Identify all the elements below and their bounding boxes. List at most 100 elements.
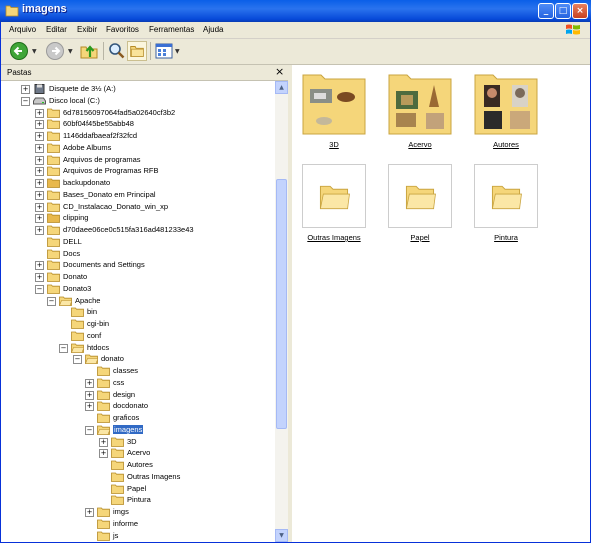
folder-icon	[71, 319, 84, 329]
folder-preview-icon	[474, 74, 538, 135]
expand-icon[interactable]: +	[35, 167, 44, 177]
expand-icon[interactable]: +	[35, 155, 44, 165]
expand-icon[interactable]: +	[35, 120, 44, 130]
tree-item-label: conf	[87, 330, 102, 340]
expand-icon[interactable]: +	[35, 143, 44, 153]
expand-icon[interactable]: +	[85, 378, 94, 388]
views-dropdown-icon[interactable]: ▼	[175, 48, 180, 55]
menu-arquivo[interactable]: Arquivo	[9, 25, 36, 34]
folder-icon	[47, 178, 60, 188]
expand-icon[interactable]: +	[35, 226, 44, 235]
folder-thumbnail[interactable]	[474, 164, 538, 228]
expand-icon[interactable]: +	[99, 437, 108, 447]
expand-icon[interactable]: +	[35, 273, 44, 282]
expand-icon[interactable]: +	[35, 202, 44, 212]
folder-icon	[71, 331, 84, 341]
back-icon[interactable]	[9, 41, 29, 61]
tree-item-label: js	[113, 530, 119, 540]
collapse-icon[interactable]: −	[21, 96, 30, 106]
tree-item-label: Acervo	[127, 448, 151, 458]
expand-icon[interactable]: +	[35, 261, 44, 271]
menu-exibir[interactable]: Exibir	[77, 25, 97, 34]
maximize-button[interactable]: □	[555, 3, 571, 19]
floppy-icon	[33, 84, 46, 94]
tree-item-label: Apache	[75, 295, 101, 305]
expand-icon[interactable]: +	[99, 449, 108, 459]
back-dropdown-icon[interactable]: ▼	[32, 48, 37, 55]
tree-item-label: graficos	[113, 413, 140, 422]
expand-icon[interactable]: +	[35, 214, 44, 224]
collapse-icon[interactable]: −	[59, 343, 68, 353]
forward-icon[interactable]	[45, 41, 65, 61]
expand-icon[interactable]: +	[85, 402, 94, 412]
expand-icon[interactable]: +	[85, 390, 94, 400]
tree-item-label: Disquete de 3½ (A:)	[49, 84, 116, 93]
scroll-down-button[interactable]: ▼	[275, 529, 288, 542]
folder-icon	[47, 190, 60, 200]
expand-icon[interactable]: +	[35, 108, 44, 118]
search-icon[interactable]	[107, 41, 127, 61]
folder-icon	[491, 185, 522, 210]
tree-item-label: 1146ddafbaeaf2f32fcd	[63, 131, 138, 140]
toolbar-separator	[103, 42, 104, 60]
menu-ferramentas[interactable]: Ferramentas	[149, 25, 194, 34]
folders-icon[interactable]	[127, 41, 147, 61]
collapse-icon[interactable]: −	[73, 355, 82, 365]
folder-preview-icon	[302, 74, 366, 135]
scroll-up-button[interactable]: ▲	[275, 81, 288, 94]
tree-item-label: Arquivos de Programas RFB	[63, 166, 159, 176]
tree-item-label: DELL	[63, 236, 82, 246]
tree-item-label: cgi-bin	[87, 319, 110, 328]
tree-item-label: Arquivos de programas	[63, 154, 141, 164]
menu-favoritos[interactable]: Favoritos	[106, 25, 139, 34]
collapse-icon[interactable]: −	[85, 425, 94, 435]
folder-label[interactable]: Outras Imagens	[289, 233, 379, 242]
tree-scrollbar[interactable]: ▲ ▼	[275, 81, 288, 542]
folder-icon	[97, 366, 110, 376]
folder-label[interactable]: Pintura	[461, 233, 551, 242]
windows-logo-icon	[566, 24, 580, 35]
forward-dropdown-icon[interactable]: ▼	[68, 48, 73, 55]
folder-label[interactable]: Autores	[461, 140, 551, 149]
folder-thumbnail[interactable]	[302, 164, 366, 228]
close-pane-icon[interactable]: ×	[275, 65, 284, 78]
folder-thumbnail[interactable]	[388, 164, 452, 228]
tree-item-label: Bases_Donato em Principal	[63, 189, 156, 199]
folder-tree: + Disquete de 3½ (A:) − Disco local (C:) +6d…	[1, 81, 275, 542]
folder-icon	[47, 237, 60, 247]
drive-icon	[33, 96, 46, 106]
expand-icon[interactable]: +	[35, 132, 44, 141]
folder-label[interactable]: Papel	[375, 233, 465, 242]
folder-icon	[47, 143, 60, 153]
menu-ajuda[interactable]: Ajuda	[203, 25, 223, 34]
tree-item-label: Docs	[63, 248, 81, 258]
folder-label[interactable]: 3D	[289, 140, 379, 149]
tree-item-label: design	[113, 389, 136, 399]
close-button[interactable]: ×	[572, 3, 588, 19]
expand-icon[interactable]: +	[21, 85, 30, 94]
up-folder-icon[interactable]	[79, 41, 99, 61]
folder-icon	[97, 507, 110, 517]
folder-icon	[47, 155, 60, 165]
tree-item-label: Outras Imagens	[127, 471, 181, 481]
folder-label[interactable]: Acervo	[375, 140, 465, 149]
expand-icon[interactable]: +	[35, 179, 44, 188]
expand-icon[interactable]: +	[85, 508, 94, 517]
folder-thumbnail[interactable]	[388, 71, 452, 135]
folder-icon	[111, 484, 124, 494]
tree-item-label: backupdonato	[63, 178, 111, 187]
menu-editar[interactable]: Editar	[46, 25, 67, 34]
title-bar[interactable]: imagens _ □ ×	[0, 0, 591, 22]
folder-thumbnail[interactable]	[302, 71, 366, 135]
scroll-thumb[interactable]	[276, 179, 287, 429]
folder-icon	[47, 166, 60, 177]
collapse-icon[interactable]: −	[35, 284, 44, 294]
minimize-button[interactable]: _	[538, 3, 554, 19]
views-icon[interactable]	[154, 41, 174, 61]
tree-item-label: CD_Instalacao_Donato_win_xp	[63, 201, 169, 211]
folder-thumbnail[interactable]	[474, 71, 538, 135]
tree-item-label: classes	[113, 366, 139, 375]
folder-icon	[111, 437, 124, 447]
expand-icon[interactable]: +	[35, 190, 44, 200]
collapse-icon[interactable]: −	[47, 296, 56, 306]
